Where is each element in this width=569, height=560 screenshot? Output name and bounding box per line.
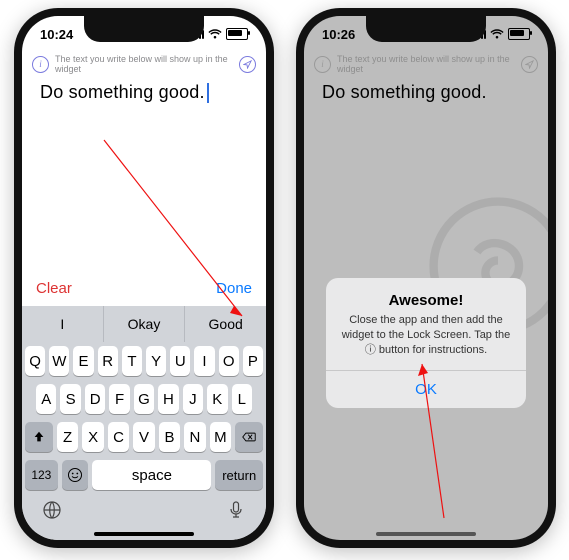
key-m[interactable]: M <box>210 422 231 452</box>
key-k[interactable]: K <box>207 384 227 414</box>
alert-title: Awesome! <box>340 292 512 309</box>
suggestion-bar: I Okay Good <box>22 306 266 342</box>
key-shift[interactable] <box>25 422 53 452</box>
globe-icon[interactable] <box>42 500 62 525</box>
key-v[interactable]: V <box>133 422 154 452</box>
key-y[interactable]: Y <box>146 346 166 376</box>
alert-ok-button[interactable]: OK <box>326 370 526 408</box>
done-button[interactable]: Done <box>216 280 252 297</box>
clock: 10:24 <box>40 27 73 42</box>
key-j[interactable]: J <box>183 384 203 414</box>
phone-right: 10:26 i The text you write below will sh… <box>296 8 556 548</box>
suggestion[interactable]: I <box>22 306 104 342</box>
key-h[interactable]: H <box>158 384 178 414</box>
suggestion[interactable]: Okay <box>104 306 186 342</box>
clear-button[interactable]: Clear <box>36 280 72 297</box>
wifi-icon <box>490 29 504 39</box>
key-r[interactable]: R <box>98 346 118 376</box>
key-emoji[interactable] <box>62 460 89 490</box>
clock: 10:26 <box>322 27 355 42</box>
key-n[interactable]: N <box>184 422 205 452</box>
home-indicator[interactable] <box>376 532 476 536</box>
text-area[interactable]: Do something good. <box>40 82 248 103</box>
key-l[interactable]: L <box>232 384 252 414</box>
notch <box>366 16 486 42</box>
key-d[interactable]: D <box>85 384 105 414</box>
key-c[interactable]: C <box>108 422 129 452</box>
key-z[interactable]: Z <box>57 422 78 452</box>
screen-right: 10:26 i The text you write below will sh… <box>304 16 548 540</box>
entered-text: Do something good. <box>40 82 205 102</box>
keyboard-toolbar: Clear Done <box>22 270 266 306</box>
key-i[interactable]: I <box>194 346 214 376</box>
hint-text: The text you write below will show up in… <box>337 54 515 74</box>
hint-text: The text you write below will show up in… <box>55 54 233 74</box>
phone-left: 10:24 i The text you write below will sh… <box>14 8 274 548</box>
send-icon[interactable] <box>239 56 256 73</box>
keyboard: Clear Done I Okay Good QWERTYUIOP ASDFGH… <box>22 306 266 540</box>
entered-text: Do something good. <box>322 82 487 102</box>
key-o[interactable]: O <box>219 346 239 376</box>
key-f[interactable]: F <box>109 384 129 414</box>
wifi-icon <box>208 29 222 39</box>
screen-left: 10:24 i The text you write below will sh… <box>22 16 266 540</box>
keyboard-bottom <box>22 494 266 527</box>
battery-icon <box>226 28 248 40</box>
key-w[interactable]: W <box>49 346 69 376</box>
info-icon[interactable]: i <box>32 56 49 73</box>
key-u[interactable]: U <box>170 346 190 376</box>
key-b[interactable]: B <box>159 422 180 452</box>
notch <box>84 16 204 42</box>
key-p[interactable]: P <box>243 346 263 376</box>
hint-bar: i The text you write below will show up … <box>314 54 538 74</box>
alert-message: Close the app and then add the widget to… <box>340 313 512 358</box>
key-a[interactable]: A <box>36 384 56 414</box>
key-backspace[interactable] <box>235 422 263 452</box>
key-return[interactable]: return <box>215 460 263 490</box>
text-cursor <box>207 83 209 103</box>
key-space[interactable]: space <box>92 460 211 490</box>
key-123[interactable]: 123 <box>25 460 58 490</box>
alert-dialog: Awesome! Close the app and then add the … <box>326 278 526 408</box>
info-icon[interactable]: i <box>314 56 331 73</box>
key-q[interactable]: Q <box>25 346 45 376</box>
hint-bar: i The text you write below will show up … <box>32 54 256 74</box>
key-g[interactable]: G <box>134 384 154 414</box>
suggestion[interactable]: Good <box>185 306 266 342</box>
home-indicator[interactable] <box>94 532 194 536</box>
mic-icon[interactable] <box>226 500 246 525</box>
send-icon[interactable] <box>521 56 538 73</box>
key-e[interactable]: E <box>73 346 93 376</box>
key-s[interactable]: S <box>60 384 80 414</box>
battery-icon <box>508 28 530 40</box>
text-area: Do something good. <box>322 82 530 103</box>
key-t[interactable]: T <box>122 346 142 376</box>
key-x[interactable]: X <box>82 422 103 452</box>
